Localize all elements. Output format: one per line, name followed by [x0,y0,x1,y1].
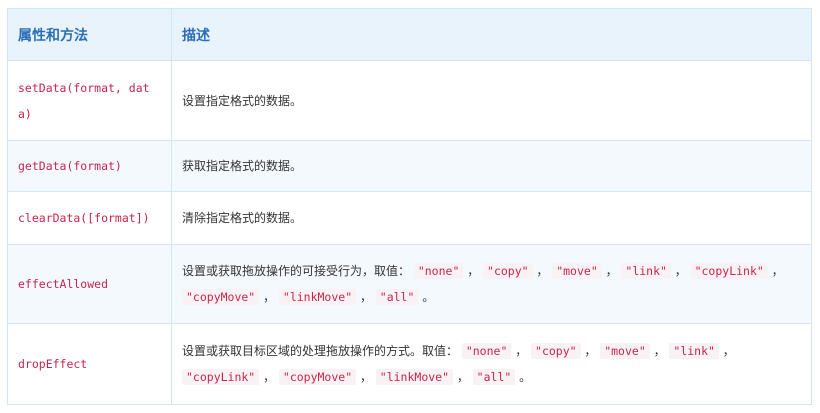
description-cell: 设置或获取目标区域的处理拖放操作的方式。取值： "none" ， "copy" … [171,323,812,405]
table-row: clearData([format]) 清除指定格式的数据。 [7,191,812,245]
description-text: ， [580,344,601,358]
description-text: ， [463,264,484,278]
description-text: 设置指定格式的数据。 [182,93,303,108]
value-code: "link" [669,343,719,359]
description-text: 。 [418,290,435,304]
description-text: ， [259,290,279,304]
table-header: 属性和方法 描述 [7,8,812,61]
table-row: setData(format, data) 设置指定格式的数据。 [7,60,812,141]
description-cell: 设置指定格式的数据。 [171,60,812,141]
value-code: "move" [552,263,602,279]
description-text: ， [601,264,622,278]
value-code: "copyLink" [182,369,260,385]
description-cell: 获取指定格式的数据。 [171,140,812,192]
header-description: 描述 [171,8,812,61]
description-text: ， [649,344,670,358]
description-text: 获取指定格式的数据。 [182,159,303,173]
description-cell: 设置或获取拖放操作的可接受行为，取值： "none" ， "copy" ， "m… [171,244,812,324]
member-code: effectAllowed [18,277,109,291]
value-code: "move" [600,343,650,359]
value-code: "link" [621,263,671,279]
description-text: ， [670,264,691,278]
table-body: setData(format, data) 设置指定格式的数据。 getData… [7,60,812,405]
table-row: getData(format) 获取指定格式的数据。 [7,140,812,192]
value-code: "copyMove" [182,289,260,305]
table-row: dropEffect 设置或获取目标区域的处理拖放操作的方式。取值： "none… [7,323,812,405]
member-cell: getData(format) [7,140,172,192]
member-code: clearData([format]) [18,211,150,225]
value-code: "copy" [483,263,533,279]
description-text: ， [767,264,784,278]
description-text: ， [511,344,532,358]
member-cell: effectAllowed [7,244,172,324]
value-code: "copyMove" [278,369,357,385]
api-table-container: 属性和方法 描述 setData(format, data) 设置指定格式的数据… [7,8,812,405]
member-code: getData(format) [18,159,122,173]
value-code: "copyLink" [690,263,768,279]
member-cell: dropEffect [7,323,172,405]
description-text: ， [259,370,279,384]
member-cell: setData(format, data) [7,60,172,141]
value-code: "linkMove" [375,369,454,385]
description-text: 。 [515,370,532,384]
header-member: 属性和方法 [7,8,172,61]
description-text: 设置或获取拖放操作的可接受行为，取值： [182,264,414,278]
description-text: ， [356,290,376,304]
member-cell: clearData([format]) [7,191,172,245]
description-text: 设置或获取目标区域的处理拖放操作的方式。取值： [182,344,462,358]
description-text: ， [453,370,473,384]
description-text: 清除指定格式的数据。 [182,211,303,225]
value-code: "none" [461,343,512,359]
member-code: setData(format, data) [18,80,150,121]
value-code: "all" [375,289,419,305]
header-row: 属性和方法 描述 [7,8,812,61]
description-text: ， [356,370,376,384]
member-code: dropEffect [18,357,88,371]
table-row: effectAllowed 设置或获取拖放操作的可接受行为，取值： "none"… [7,244,812,324]
description-text: ， [718,344,735,358]
api-reference-table: 属性和方法 描述 setData(format, data) 设置指定格式的数据… [7,8,812,405]
value-code: "linkMove" [278,289,357,305]
description-text: ， [532,264,553,278]
value-code: "all" [472,369,516,385]
value-code: "none" [413,263,464,279]
description-cell: 清除指定格式的数据。 [171,191,812,245]
value-code: "copy" [531,343,581,359]
